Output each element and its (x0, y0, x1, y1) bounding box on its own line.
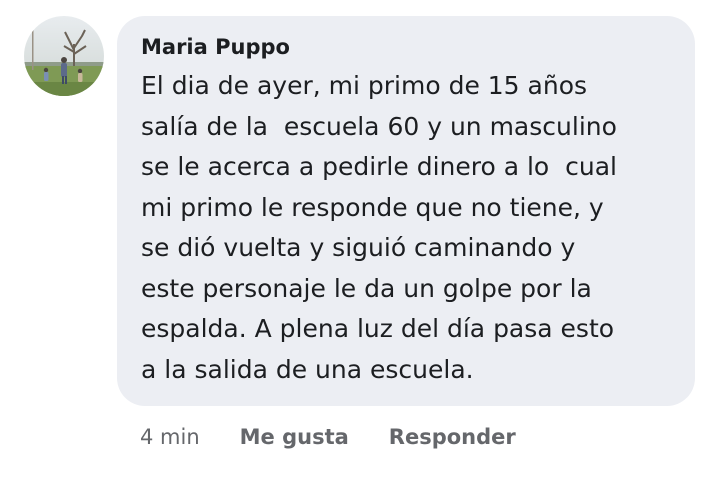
comment-text-line: este personaje le da un golpe por la (141, 273, 592, 303)
comment-timestamp: 4 min (140, 425, 200, 449)
comment-bubble: Maria Puppo El dia de ayer, mi primo de … (117, 16, 695, 406)
reply-button[interactable]: Responder (389, 420, 516, 454)
comment-text-line: salía de la escuela 60 y un masculino (141, 111, 617, 141)
comment-actions: 4 min Me gusta Responder (140, 420, 516, 454)
avatar[interactable] (24, 16, 104, 96)
comment-text-line: se dió vuelta y siguió caminando y (141, 233, 576, 262)
avatar-photo (24, 16, 104, 96)
comment-author-name[interactable]: Maria Puppo (141, 32, 671, 62)
like-button[interactable]: Me gusta (240, 420, 349, 454)
comment: Maria Puppo El dia de ayer, mi primo de … (0, 0, 720, 485)
comment-text-line: se le acerca a pedirle dinero a lo cual (141, 152, 617, 181)
comment-text-line: mi primo le responde que no tiene, y (141, 192, 604, 222)
comment-text-line: El dia de ayer, mi primo de 15 años (141, 71, 588, 100)
comment-text-line: espalda. A plena luz del día pasa esto (141, 314, 615, 343)
comment-text-line: a la salida de una escuela. (141, 354, 474, 384)
